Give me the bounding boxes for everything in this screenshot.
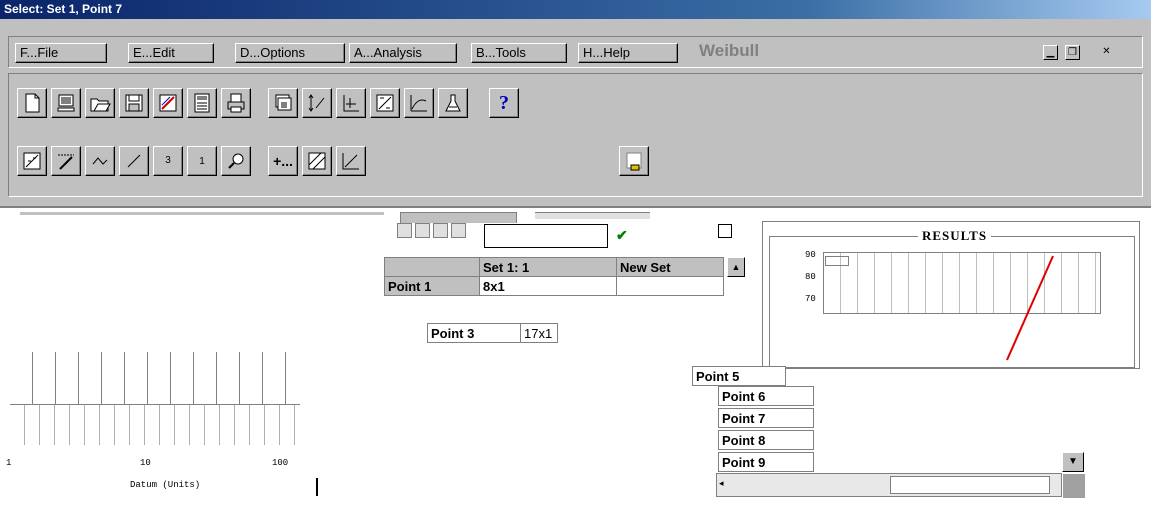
plot-a-icon[interactable] <box>17 146 47 176</box>
no-icon[interactable] <box>397 223 412 238</box>
menu-options[interactable]: D...Options <box>235 43 345 63</box>
new-icon[interactable] <box>17 88 47 118</box>
horizontal-scrollbar[interactable]: ◂ <box>716 473 1085 498</box>
results-title: RESULTS <box>918 228 992 244</box>
window-title: Select: Set 1, Point 7 <box>4 2 123 16</box>
cell-edit-field[interactable] <box>484 224 608 248</box>
data-grid-control: ✔ Set 1: 1 New Set Point 1 8x1 ▲ <box>384 223 756 313</box>
line-icon[interactable] <box>119 146 149 176</box>
menu-bar: F...File E...Edit D...Options A...Analys… <box>8 36 1143 68</box>
toolbar: ? 3 1 +... <box>8 73 1143 197</box>
y-tick: 70 <box>805 294 816 304</box>
row-header[interactable]: Point 3 <box>427 323 521 343</box>
list-item[interactable]: Point 7 <box>718 408 814 428</box>
scroll-thumb[interactable] <box>890 476 1050 494</box>
filter-icon[interactable] <box>415 223 430 238</box>
end-icon[interactable] <box>619 146 649 176</box>
close-icon[interactable]: ✕ <box>1099 45 1114 60</box>
list-item[interactable]: Point 8 <box>718 430 814 450</box>
grid-cell[interactable] <box>616 276 724 296</box>
grid-corner <box>384 257 480 277</box>
grid-cell[interactable]: 17x1 <box>520 323 558 343</box>
minimize-icon[interactable]: ▁ <box>1043 45 1058 60</box>
area-icon[interactable] <box>336 146 366 176</box>
fraction-1-text: 1 <box>199 155 205 167</box>
list-item[interactable]: Point 9 <box>718 452 814 472</box>
column-header[interactable]: New Set <box>616 257 724 277</box>
add-text: +... <box>273 153 293 169</box>
x-tick: 10 <box>140 458 151 468</box>
menu-file[interactable]: F...File <box>15 43 107 63</box>
list-item[interactable]: Point 5 <box>692 366 786 386</box>
scroll-corner <box>1063 474 1085 498</box>
y-tick: 90 <box>805 250 816 260</box>
help-symbol: ? <box>499 91 509 114</box>
column-header[interactable]: Set 1: 1 <box>479 257 617 277</box>
curve-icon[interactable] <box>404 88 434 118</box>
menu-edit[interactable]: E...Edit <box>128 43 214 63</box>
menu-analysis[interactable]: A...Analysis <box>349 43 457 63</box>
tab-fragment-2[interactable] <box>535 212 650 219</box>
y-tick: 80 <box>805 272 816 282</box>
maximize-grid-icon[interactable] <box>718 224 732 238</box>
lower-chart-grid-2 <box>10 405 300 445</box>
chart-small-icon[interactable] <box>451 223 466 238</box>
accept-icon[interactable]: ✔ <box>616 227 628 244</box>
sort-icon[interactable] <box>302 88 332 118</box>
menu-tools[interactable]: B...Tools <box>471 43 567 63</box>
list-item[interactable]: Point 6 <box>718 386 814 406</box>
frame-edge <box>20 212 384 215</box>
swap-icon[interactable] <box>433 223 448 238</box>
fraction-3-icon[interactable]: 3 <box>153 146 183 176</box>
plot-b-icon[interactable] <box>51 146 81 176</box>
row-header[interactable]: Point 1 <box>384 276 480 296</box>
legend-box <box>825 256 849 266</box>
x-tick: 100 <box>272 458 289 468</box>
main-frame: F...File E...Edit D...Options A...Analys… <box>0 19 1151 208</box>
flask-icon[interactable] <box>438 88 468 118</box>
grid-cell[interactable]: 8x1 <box>479 276 617 296</box>
window-title-bar: Select: Set 1, Point 7 <box>0 0 1151 19</box>
add-icon[interactable]: +... <box>268 146 298 176</box>
chart-axes-icon[interactable] <box>336 88 366 118</box>
fit-line <box>1006 255 1054 361</box>
hatch-icon[interactable] <box>302 146 332 176</box>
restore-icon[interactable]: ❐ <box>1065 45 1080 60</box>
data-grid: Set 1: 1 New Set Point 1 8x1 <box>384 257 724 296</box>
results-panel: RESULTS 90 80 70 <box>762 221 1140 369</box>
menu-help[interactable]: H...Help <box>578 43 678 63</box>
dropdown-arrow-icon[interactable]: ▼ <box>1062 452 1084 472</box>
app-name: Weibull <box>699 41 760 60</box>
scroll-up-button[interactable]: ▲ <box>727 257 745 277</box>
plot-icon[interactable] <box>153 88 183 118</box>
calculator-icon[interactable] <box>187 88 217 118</box>
fraction-1-icon[interactable]: 1 <box>187 146 217 176</box>
lower-chart-grid <box>10 352 300 405</box>
computer-icon[interactable] <box>51 88 81 118</box>
save-icon[interactable] <box>119 88 149 118</box>
fraction-3-text: 3 <box>165 155 171 166</box>
x-tick: 1 <box>6 458 12 468</box>
help-icon[interactable]: ? <box>489 88 519 118</box>
plot-c-icon[interactable] <box>85 146 115 176</box>
stack-icon[interactable] <box>268 88 298 118</box>
divider <box>316 478 318 496</box>
magnifier-icon[interactable] <box>221 146 251 176</box>
fit-icon[interactable] <box>370 88 400 118</box>
x-axis-label: Datum (Units) <box>130 480 201 490</box>
print-icon[interactable] <box>221 88 251 118</box>
open-folder-icon[interactable] <box>85 88 115 118</box>
scroll-left-icon[interactable]: ◂ <box>719 478 724 489</box>
